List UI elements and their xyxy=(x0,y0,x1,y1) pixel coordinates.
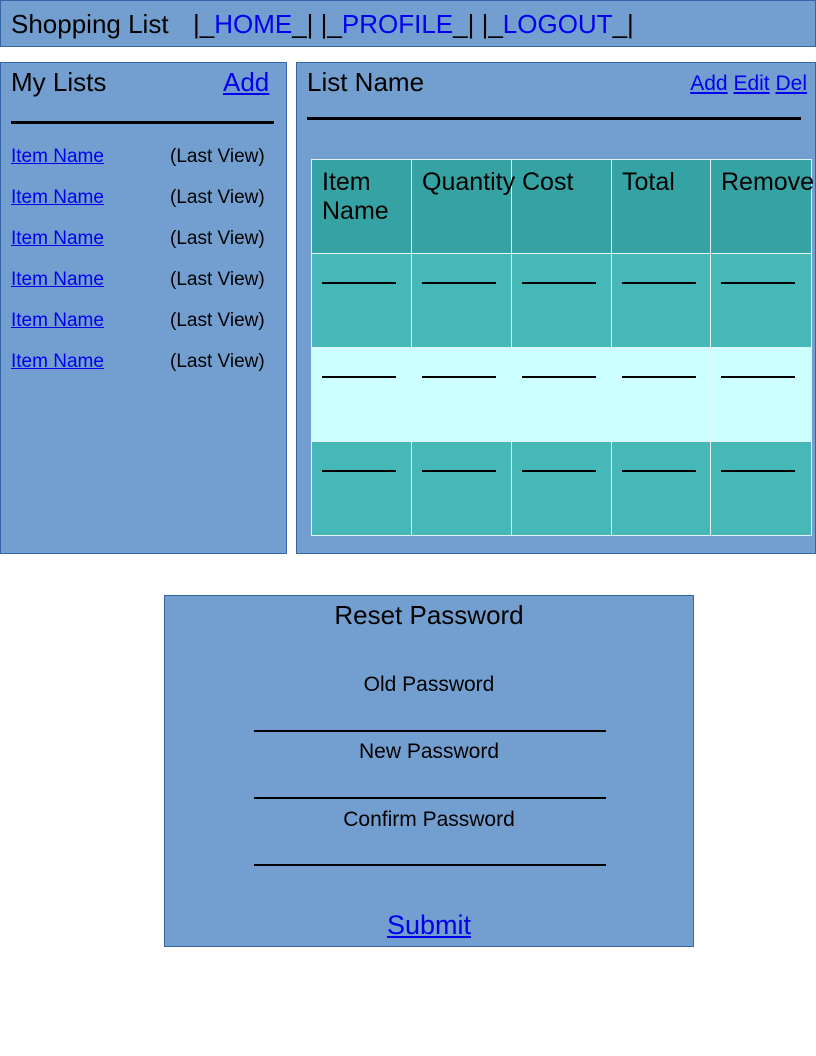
remove-blank[interactable] xyxy=(721,262,795,284)
nav-logout-link[interactable]: LOGOUT xyxy=(503,9,613,39)
col-header-total: Total xyxy=(611,159,711,254)
cost-blank[interactable] xyxy=(522,450,596,472)
col-header-quantity: Quantity xyxy=(411,159,515,254)
total-blank xyxy=(622,450,696,472)
new-password-label: New Password xyxy=(358,740,500,763)
last-view-label: (Last View) xyxy=(170,187,265,208)
list-detail-panel: List Name Add Edit Del Item Name Quantit… xyxy=(296,62,816,554)
nav-profile-link[interactable]: PROFILE xyxy=(342,9,453,39)
total-cell xyxy=(611,253,711,348)
list-item-link[interactable]: Item Name xyxy=(11,310,104,332)
submit-link[interactable]: Submit xyxy=(387,910,471,940)
total-cell xyxy=(611,441,711,536)
total-blank xyxy=(622,262,696,284)
item-name-cell[interactable] xyxy=(311,441,412,536)
quantity-cell[interactable] xyxy=(411,253,512,348)
quantity-cell[interactable] xyxy=(411,441,512,536)
quantity-blank[interactable] xyxy=(422,356,496,378)
nav-bracket: |_ xyxy=(193,9,215,39)
item-name-cell[interactable] xyxy=(311,347,412,442)
list-item: Item Name (Last View) xyxy=(11,187,271,209)
quantity-blank[interactable] xyxy=(422,450,496,472)
remove-cell[interactable] xyxy=(710,441,812,536)
old-password-label: Old Password xyxy=(363,673,495,696)
nav-bracket: _| xyxy=(453,9,475,39)
remove-cell[interactable] xyxy=(710,253,812,348)
my-lists-panel: My Lists Add Item Name (Last View) Item … xyxy=(0,62,287,554)
add-item-link[interactable]: Add xyxy=(690,72,727,95)
old-password-field[interactable] xyxy=(254,730,606,732)
nav-bracket: _| xyxy=(612,9,634,39)
col-header-cost: Cost xyxy=(511,159,612,254)
cost-cell[interactable] xyxy=(511,347,612,442)
table-header-row: Item Name Quantity Cost Total Remove xyxy=(311,159,814,254)
col-header-item-name: Item Name xyxy=(311,159,412,254)
cost-cell[interactable] xyxy=(511,441,612,536)
confirm-password-field[interactable] xyxy=(254,864,606,866)
list-item: Item Name (Last View) xyxy=(11,351,271,373)
last-view-label: (Last View) xyxy=(170,228,265,249)
edit-list-link[interactable]: Edit xyxy=(733,72,769,95)
title-divider xyxy=(11,121,274,124)
remove-blank[interactable] xyxy=(721,356,795,378)
table-row xyxy=(311,253,812,348)
table-row xyxy=(311,441,812,536)
reset-password-panel: Reset Password Old Password New Password… xyxy=(164,595,694,947)
remove-blank[interactable] xyxy=(721,450,795,472)
remove-cell[interactable] xyxy=(710,347,812,442)
item-name-blank[interactable] xyxy=(322,356,396,378)
list-item-link[interactable]: Item Name xyxy=(11,187,104,209)
list-item-link[interactable]: Item Name xyxy=(11,269,104,291)
cost-cell[interactable] xyxy=(511,253,612,348)
reset-password-title: Reset Password xyxy=(334,600,524,630)
main-nav: |_HOME_| |_PROFILE_| |_LOGOUT_| xyxy=(193,9,634,40)
submit-container: Submit xyxy=(165,910,693,941)
total-blank xyxy=(622,356,696,378)
list-item: Item Name (Last View) xyxy=(11,310,271,332)
nav-bracket: |_ xyxy=(313,9,342,39)
total-cell xyxy=(611,347,711,442)
item-name-blank[interactable] xyxy=(322,262,396,284)
delete-list-link[interactable]: Del xyxy=(775,72,807,95)
quantity-cell[interactable] xyxy=(411,347,512,442)
list-item-link[interactable]: Item Name xyxy=(11,228,104,250)
item-name-blank[interactable] xyxy=(322,450,396,472)
last-view-label: (Last View) xyxy=(170,310,265,331)
my-lists-title: My Lists xyxy=(11,67,107,97)
list-name-title: List Name xyxy=(307,67,425,97)
nav-profile[interactable]: |_PROFILE_| xyxy=(313,9,475,39)
last-view-label: (Last View) xyxy=(170,146,265,167)
nav-bracket: _| xyxy=(292,9,314,39)
top-nav-bar: Shopping List |_HOME_| |_PROFILE_| |_LOG… xyxy=(0,0,816,47)
cost-blank[interactable] xyxy=(522,356,596,378)
table-row xyxy=(311,347,812,442)
list-actions: Add Edit Del xyxy=(690,72,807,96)
nav-bracket: |_ xyxy=(474,9,503,39)
add-list-link[interactable]: Add xyxy=(223,67,269,98)
quantity-blank[interactable] xyxy=(422,262,496,284)
col-header-remove: Remove xyxy=(710,159,814,254)
confirm-password-label: Confirm Password xyxy=(343,808,515,831)
list-item-link[interactable]: Item Name xyxy=(11,351,104,373)
last-view-label: (Last View) xyxy=(170,351,265,372)
title-divider xyxy=(307,117,801,120)
last-view-label: (Last View) xyxy=(170,269,265,290)
nav-home[interactable]: |_HOME_| xyxy=(193,9,313,39)
list-item: Item Name (Last View) xyxy=(11,269,271,291)
cost-blank[interactable] xyxy=(522,262,596,284)
item-name-cell[interactable] xyxy=(311,253,412,348)
app-title: Shopping List xyxy=(11,9,169,39)
list-item: Item Name (Last View) xyxy=(11,146,271,168)
new-password-field[interactable] xyxy=(254,797,606,799)
nav-home-link[interactable]: HOME xyxy=(214,9,292,39)
nav-logout[interactable]: |_LOGOUT_| xyxy=(474,9,634,39)
items-table: Item Name Quantity Cost Total Remove xyxy=(311,159,814,536)
list-item: Item Name (Last View) xyxy=(11,228,271,250)
list-item-link[interactable]: Item Name xyxy=(11,146,104,168)
